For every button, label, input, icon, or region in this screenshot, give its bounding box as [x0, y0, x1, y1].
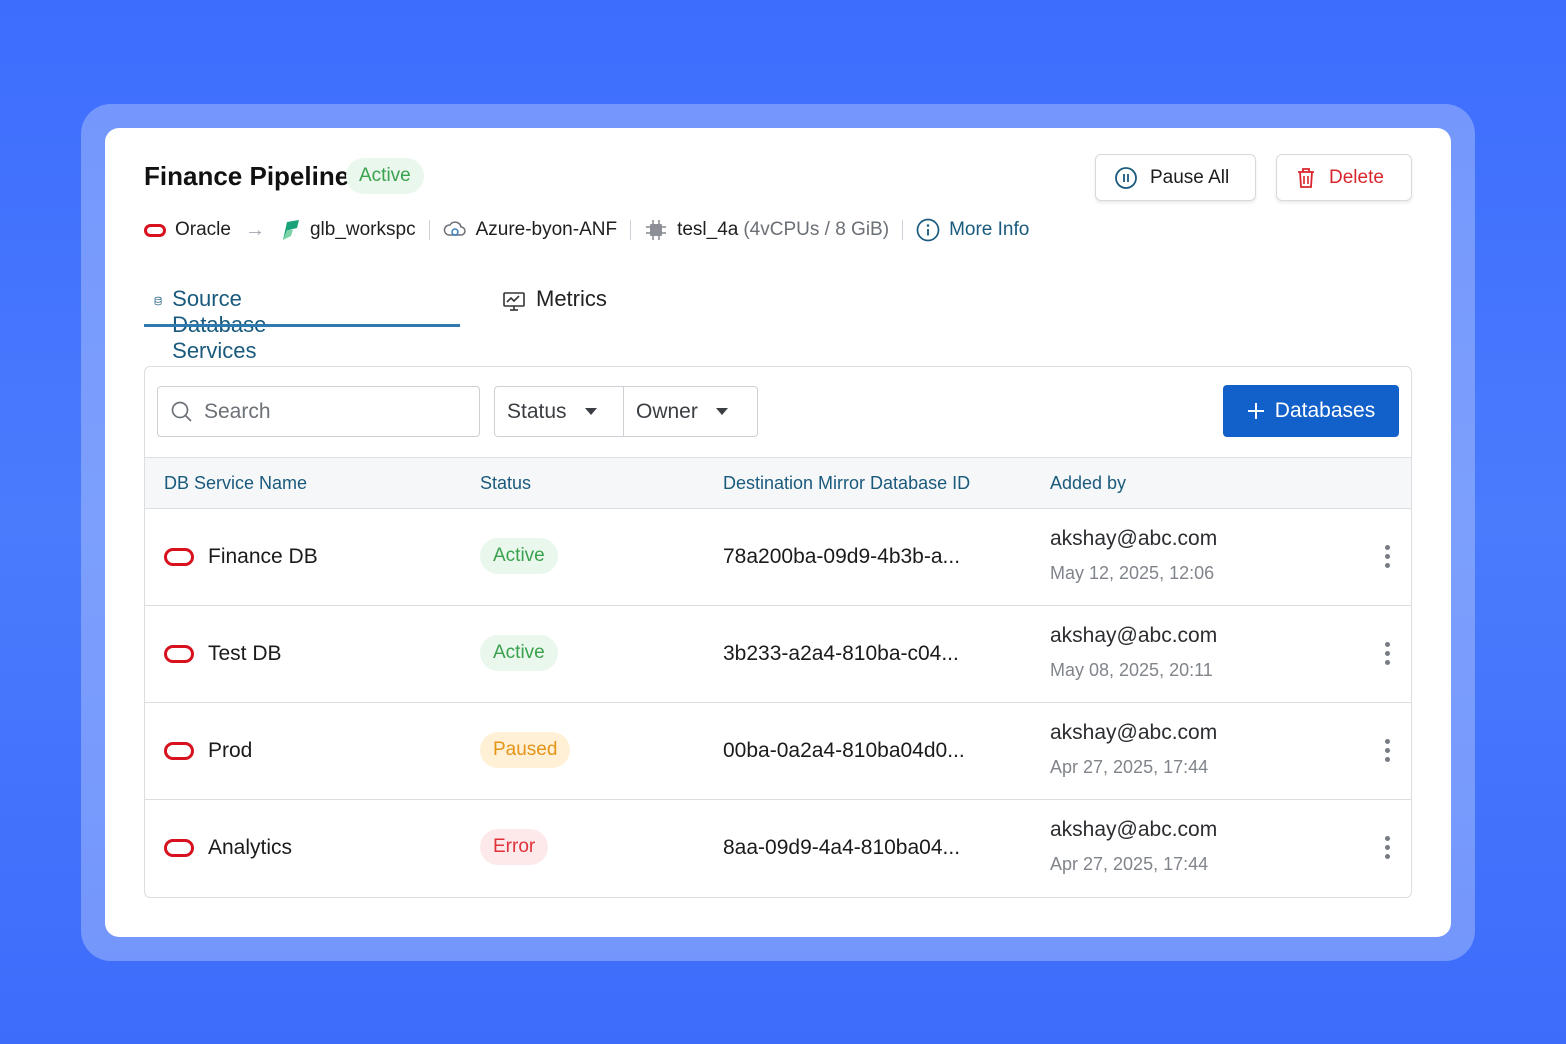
add-databases-button[interactable]: Databases — [1223, 385, 1399, 437]
monitor-chart-icon — [503, 292, 525, 311]
database-icon — [154, 296, 162, 306]
more-options-icon[interactable] — [1385, 642, 1391, 665]
pause-circle-icon — [1115, 166, 1137, 189]
info-icon — [916, 218, 940, 242]
oracle-icon — [164, 839, 194, 857]
search-icon — [171, 401, 192, 422]
added-date: Apr 27, 2025, 17:44 — [1050, 757, 1209, 777]
meta-storage: Azure-byon-ANF — [443, 219, 618, 241]
status-badge: Paused — [480, 732, 571, 768]
delete-label: Delete — [1329, 166, 1384, 188]
added-by-cell: akshay@abc.com May 08, 2025, 20:11 — [1050, 624, 1217, 681]
added-by-email: akshay@abc.com — [1050, 527, 1218, 550]
table-row[interactable]: Prod Paused 00ba-0a2a4-810ba04d0... aksh… — [145, 703, 1411, 800]
added-date: May 08, 2025, 20:11 — [1050, 660, 1213, 680]
active-tab-indicator — [144, 324, 460, 327]
arrow-right-icon: → — [244, 218, 265, 241]
column-header-added-by: Added by — [1050, 473, 1127, 493]
pause-all-label: Pause All — [1150, 166, 1230, 188]
db-name: Test DB — [208, 642, 282, 665]
oracle-icon — [164, 548, 194, 566]
added-by-email: akshay@abc.com — [1050, 624, 1218, 647]
search-placeholder: Search — [204, 399, 271, 423]
status-badge: Error — [480, 829, 549, 865]
status-cell: Active — [480, 635, 558, 671]
pipeline-card: Finance Pipeline Active Pause All Delete… — [105, 128, 1451, 937]
added-date: Apr 27, 2025, 17:44 — [1050, 854, 1209, 874]
tab-metrics[interactable]: Metrics — [502, 278, 607, 328]
added-by-email: akshay@abc.com — [1050, 818, 1218, 841]
meta-workspace: glb_workspc — [279, 218, 416, 242]
filter-group: Status Owner — [494, 386, 758, 437]
meta-source-label: Oracle — [175, 219, 231, 240]
meta-compute-spec: (4vCPUs / 8 GiB) — [743, 219, 890, 240]
oracle-icon — [164, 645, 194, 663]
added-by-email: akshay@abc.com — [1050, 721, 1218, 744]
status-filter-label: Status — [507, 399, 567, 423]
add-databases-label: Databases — [1274, 399, 1376, 422]
added-date: May 12, 2025, 12:06 — [1050, 563, 1215, 583]
meta-workspace-label: glb_workspc — [309, 219, 416, 240]
destination-id: 3b233-a2a4-810ba-c04... — [723, 642, 959, 665]
tab-source-database-services[interactable]: Source Database Services — [154, 278, 278, 363]
meta-source: Oracle — [144, 219, 231, 241]
divider — [902, 220, 904, 240]
oracle-icon — [164, 742, 194, 760]
db-name-cell: Test DB — [164, 642, 282, 666]
tab-metrics-label: Metrics — [536, 286, 607, 311]
meta-compute-name: tesl_4a — [677, 219, 739, 240]
table-row[interactable]: Finance DB Active 78a200ba-09d9-4b3b-a..… — [145, 509, 1411, 606]
column-header-name: DB Service Name — [164, 473, 308, 493]
meta-storage-label: Azure-byon-ANF — [475, 219, 618, 240]
more-options-icon[interactable] — [1385, 836, 1391, 859]
databases-panel: Search Status Owner Databases DB Service… — [144, 366, 1412, 898]
status-badge: Active — [480, 635, 558, 671]
page-title: Finance Pipeline — [144, 161, 350, 191]
pause-all-button[interactable]: Pause All — [1095, 154, 1256, 201]
cpu-chip-icon — [646, 220, 667, 240]
search-input[interactable]: Search — [157, 386, 480, 437]
db-name-cell: Prod — [164, 739, 252, 763]
divider — [428, 220, 430, 240]
more-info-label: More Info — [949, 219, 1030, 240]
added-by-cell: akshay@abc.com Apr 27, 2025, 17:44 — [1050, 721, 1217, 778]
added-by-cell: akshay@abc.com Apr 27, 2025, 17:44 — [1050, 818, 1217, 875]
db-name-cell: Analytics — [164, 836, 292, 860]
oracle-icon — [144, 223, 166, 237]
meta-compute: tesl_4a (4vCPUs / 8 GiB) — [644, 218, 889, 242]
divider — [630, 220, 632, 240]
db-name: Finance DB — [208, 545, 318, 568]
db-name-cell: Finance DB — [164, 545, 318, 569]
plus-icon — [1247, 403, 1264, 419]
status-cell: Active — [480, 538, 558, 574]
column-header-destination: Destination Mirror Database ID — [723, 473, 971, 493]
more-options-icon[interactable] — [1385, 739, 1391, 762]
caret-down-icon — [584, 408, 597, 415]
status-cell: Paused — [480, 732, 571, 768]
status-cell: Error — [480, 829, 549, 865]
more-options-icon[interactable] — [1385, 545, 1391, 568]
owner-filter-label: Owner — [636, 399, 698, 423]
cloud-storage-icon — [443, 221, 466, 236]
db-name: Prod — [208, 739, 253, 762]
more-info-link[interactable]: More Info — [916, 218, 1029, 242]
status-badge: Active — [480, 538, 558, 574]
caret-down-icon — [715, 408, 728, 415]
delete-button[interactable]: Delete — [1276, 154, 1412, 201]
destination-id: 78a200ba-09d9-4b3b-a... — [723, 545, 961, 568]
pipeline-status-badge: Active — [346, 158, 424, 194]
column-header-status: Status — [480, 473, 532, 493]
db-name: Analytics — [208, 836, 293, 859]
table-row[interactable]: Analytics Error 8aa-09d9-4a4-810ba04... … — [145, 800, 1411, 897]
owner-filter-dropdown[interactable]: Owner — [623, 387, 757, 436]
pipeline-meta: Oracle → glb_workspc Azure-byon-ANF tesl… — [144, 215, 1029, 245]
fabric-icon — [282, 220, 299, 240]
destination-id: 00ba-0a2a4-810ba04d0... — [723, 739, 965, 762]
destination-id: 8aa-09d9-4a4-810ba04... — [723, 836, 961, 859]
table-row[interactable]: Test DB Active 3b233-a2a4-810ba-c04... a… — [145, 606, 1411, 703]
trash-icon — [1298, 167, 1314, 188]
status-filter-dropdown[interactable]: Status — [495, 387, 623, 436]
table-header: DB Service Name Status Destination Mirro… — [145, 457, 1411, 509]
added-by-cell: akshay@abc.com May 12, 2025, 12:06 — [1050, 527, 1217, 584]
